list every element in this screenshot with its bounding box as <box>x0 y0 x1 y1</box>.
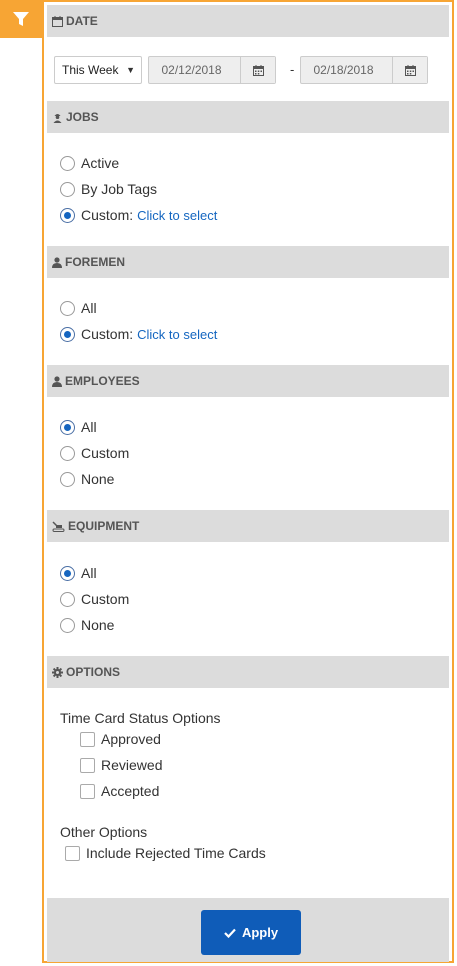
jobs-header-label: JOBS <box>66 110 99 124</box>
radio-button[interactable] <box>60 617 75 633</box>
options-section-header: OPTIONS <box>47 656 449 688</box>
worker-icon <box>52 112 63 123</box>
calendar-icon <box>52 15 63 27</box>
apply-button-label: Apply <box>241 925 279 940</box>
apply-button[interactable]: Apply <box>201 910 301 955</box>
checkbox-reviewed[interactable]: Reviewed <box>80 755 162 775</box>
radio-button[interactable] <box>60 300 75 316</box>
calendar-icon <box>404 64 416 76</box>
radio-label: None <box>81 471 115 487</box>
radio-label: Custom <box>81 591 130 607</box>
radio-label: None <box>81 617 115 633</box>
radio-button[interactable] <box>60 181 75 197</box>
equipment-section-header: EQUIPMENT <box>47 510 449 542</box>
start-date-field[interactable]: 02/12/2018 <box>148 56 276 84</box>
date-header-label: DATE <box>66 14 98 28</box>
checkbox-approved[interactable]: Approved <box>80 729 161 749</box>
radio-button-selected[interactable] <box>60 326 75 342</box>
jobs-radio-active[interactable]: Active <box>60 153 119 173</box>
user-icon <box>52 375 62 387</box>
radio-button-selected[interactable] <box>60 565 75 581</box>
date-range-select-value: This Week <box>62 63 119 77</box>
equipment-radio-all[interactable]: All <box>60 563 97 583</box>
radio-button-selected[interactable] <box>60 419 75 435</box>
date-range-select[interactable]: This Week ▼ <box>54 56 142 84</box>
radio-label: Custom: <box>81 326 134 342</box>
checkbox[interactable] <box>80 783 95 799</box>
panel-footer: Apply <box>47 898 449 962</box>
checkbox-include-rejected[interactable]: Include Rejected Time Cards <box>65 843 266 863</box>
equipment-radio-none[interactable]: None <box>60 615 114 635</box>
radio-label: By Job Tags <box>81 181 158 197</box>
jobs-custom-select-link[interactable]: Click to select <box>137 208 217 223</box>
filter-toggle-tab[interactable] <box>0 0 42 38</box>
checkbox-label: Accepted <box>101 783 160 799</box>
filter-panel: DATE This Week ▼ 02/12/2018 - 02/18/2018… <box>42 0 454 963</box>
equipment-icon <box>52 520 65 532</box>
time-card-status-label: Time Card Status Options <box>60 710 221 726</box>
checkbox[interactable] <box>80 731 95 747</box>
foremen-radio-custom[interactable]: Custom: Click to select <box>60 324 217 344</box>
check-icon <box>224 928 236 938</box>
radio-button[interactable] <box>60 445 75 461</box>
start-date-value: 02/12/2018 <box>161 63 222 77</box>
user-icon <box>52 256 62 268</box>
other-options-label: Other Options <box>60 824 148 840</box>
radio-label: Custom <box>81 445 130 461</box>
employees-radio-none[interactable]: None <box>60 469 114 489</box>
employees-header-label: EMPLOYEES <box>65 374 140 388</box>
foremen-custom-select-link[interactable]: Click to select <box>137 327 217 342</box>
radio-label: All <box>81 419 97 435</box>
checkbox-label: Include Rejected Time Cards <box>86 845 266 861</box>
foremen-section-header: FOREMEN <box>47 246 449 278</box>
checkbox-accepted[interactable]: Accepted <box>80 781 159 801</box>
radio-button[interactable] <box>60 155 75 171</box>
radio-button-selected[interactable] <box>60 207 75 223</box>
checkbox-label: Reviewed <box>101 757 163 773</box>
checkbox[interactable] <box>80 757 95 773</box>
caret-down-icon: ▼ <box>126 65 135 75</box>
radio-label: Active <box>81 155 120 171</box>
start-date-calendar-button[interactable] <box>240 57 275 83</box>
end-date-field[interactable]: 02/18/2018 <box>300 56 428 84</box>
checkbox-label: Approved <box>101 731 161 747</box>
options-header-label: OPTIONS <box>66 665 121 679</box>
jobs-radio-by-job-tags[interactable]: By Job Tags <box>60 179 157 199</box>
radio-label: Custom: <box>81 207 134 223</box>
radio-button[interactable] <box>60 471 75 487</box>
equipment-header-label: EQUIPMENT <box>68 519 140 533</box>
checkbox[interactable] <box>65 845 80 861</box>
end-date-value: 02/18/2018 <box>313 63 374 77</box>
foremen-radio-all[interactable]: All <box>60 298 97 318</box>
employees-section-header: EMPLOYEES <box>47 365 449 397</box>
date-separator: - <box>290 62 295 77</box>
employees-radio-all[interactable]: All <box>60 417 97 437</box>
gear-icon <box>52 666 63 678</box>
jobs-section-header: JOBS <box>47 101 449 133</box>
employees-radio-custom[interactable]: Custom <box>60 443 129 463</box>
foremen-header-label: FOREMEN <box>65 255 125 269</box>
radio-button[interactable] <box>60 591 75 607</box>
equipment-radio-custom[interactable]: Custom <box>60 589 129 609</box>
calendar-icon <box>252 64 264 76</box>
jobs-radio-custom[interactable]: Custom: Click to select <box>60 205 217 225</box>
radio-label: All <box>81 300 97 316</box>
filter-icon <box>12 10 30 28</box>
end-date-calendar-button[interactable] <box>392 57 427 83</box>
radio-label: All <box>81 565 97 581</box>
date-section-header: DATE <box>47 5 449 37</box>
